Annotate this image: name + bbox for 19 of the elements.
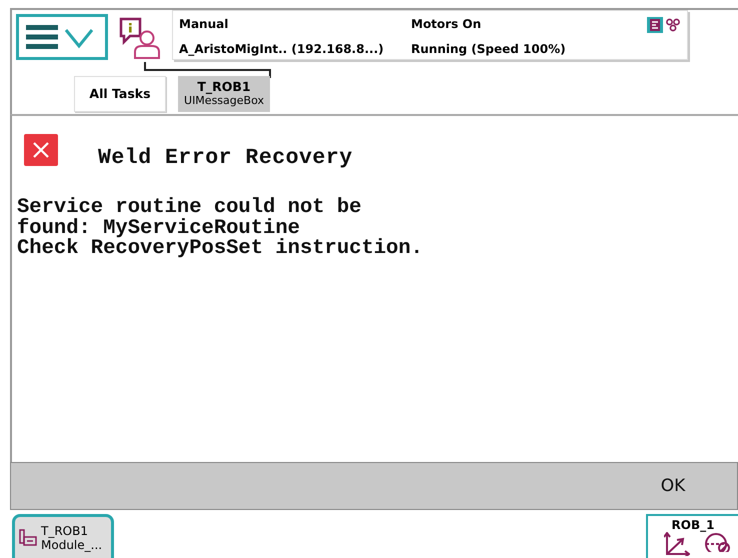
task-tab[interactable]: All Tasks — [74, 76, 166, 112]
status-panel[interactable]: Manual Motors On A_AristoMigInt.. (192.168.8...) Running (Speed 100%) — [172, 10, 688, 60]
info-person-icon[interactable] — [118, 16, 162, 60]
ok-button[interactable]: OK — [609, 463, 737, 509]
task-button[interactable]: T_ROB1 Module_... — [12, 514, 114, 558]
error-icon — [24, 134, 58, 166]
task-tab[interactable]: T_ROB1 UIMessageBox — [178, 76, 270, 112]
operating-mode: Manual — [179, 17, 230, 33]
controller-name: A_AristoMigInt.. (192.168.8...) — [179, 42, 385, 58]
tool-icon — [704, 532, 730, 552]
module-icon — [19, 528, 37, 548]
mechanical-unit-button[interactable]: ROB_1 — [646, 514, 738, 558]
message-text: Service routine could not be found: MyServiceRoutine Check RecoveryPosSet instruction. — [17, 198, 424, 260]
message-title: Weld Error Recovery — [98, 146, 353, 170]
coordinate-axes-icon — [664, 532, 690, 556]
gears-icon — [665, 17, 681, 33]
motor-state: Motors On — [411, 17, 482, 33]
run-state: Running (Speed 100%) — [411, 42, 567, 58]
menu-button[interactable] — [16, 14, 108, 60]
